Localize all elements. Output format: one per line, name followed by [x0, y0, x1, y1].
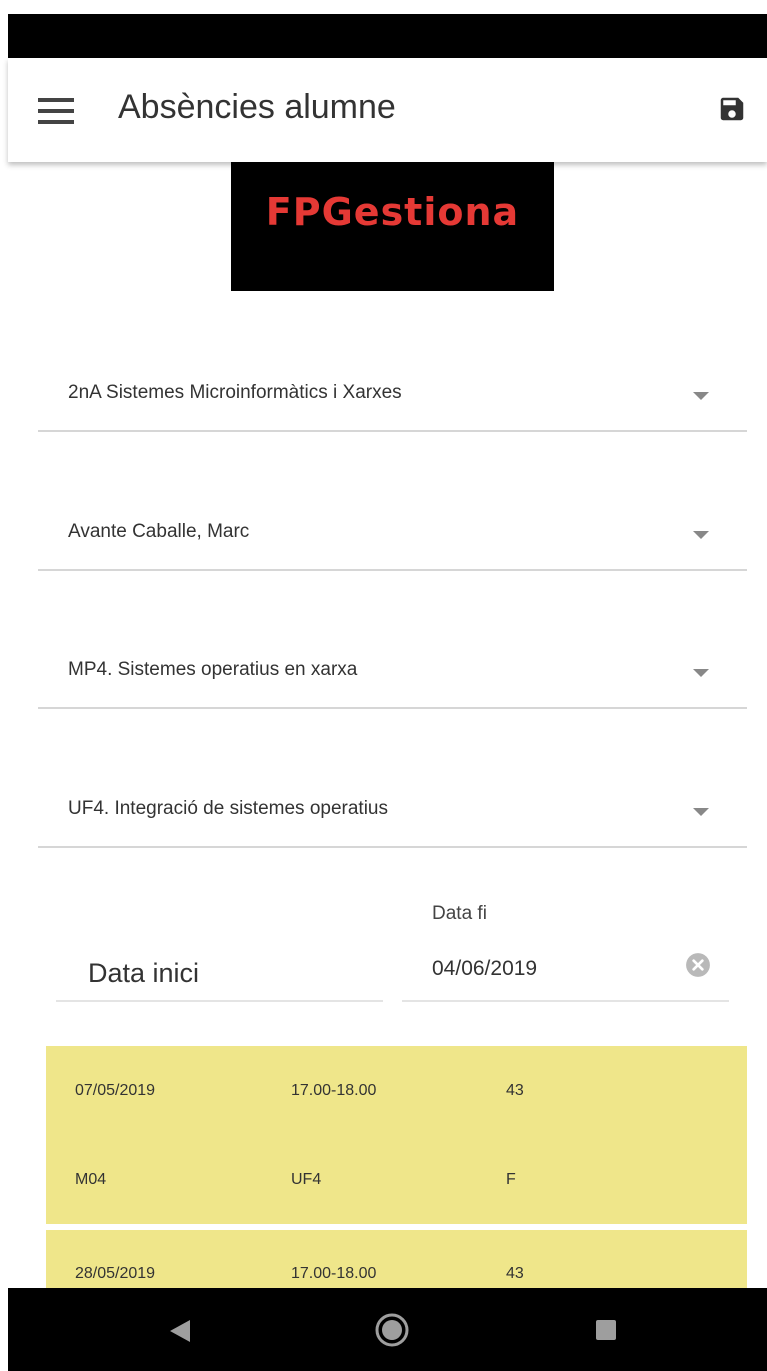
chevron-down-icon: [693, 531, 709, 539]
unit-select[interactable]: UF4. Integració de sistemes operatius: [38, 786, 747, 848]
record-time: 17.00-18.00: [291, 1082, 377, 1099]
recents-icon[interactable]: [594, 1318, 618, 1342]
status-bar: [8, 14, 767, 58]
absence-record[interactable]: 07/05/2019 17.00-18.00 43 M04 UF4 F: [46, 1046, 747, 1224]
record-time: 17.00-18.00: [291, 1265, 377, 1282]
menu-icon[interactable]: [38, 98, 74, 124]
clear-icon[interactable]: [685, 952, 711, 978]
record-date: 07/05/2019: [75, 1082, 156, 1099]
record-number: 43: [506, 1265, 524, 1282]
logo-text: FPGestiona: [265, 189, 520, 234]
end-date-value: 04/06/2019: [432, 957, 538, 980]
unit-select-value: UF4. Integració de sistemes operatius: [68, 798, 388, 819]
back-icon[interactable]: [168, 1318, 192, 1344]
record-type: F: [506, 1171, 516, 1188]
chevron-down-icon: [693, 669, 709, 677]
save-icon[interactable]: [717, 94, 747, 124]
navigation-bar: [8, 1288, 767, 1371]
end-date-input[interactable]: 04/06/2019: [402, 952, 729, 1002]
record-date: 28/05/2019: [75, 1265, 156, 1282]
start-date-placeholder: Data inici: [88, 958, 200, 988]
record-number: 43: [506, 1082, 524, 1099]
group-select-value: 2nA Sistemes Microinformàtics i Xarxes: [68, 382, 402, 403]
record-module: M04: [75, 1171, 107, 1188]
chevron-down-icon: [693, 808, 709, 816]
app-bar: Absències alumne: [8, 58, 767, 162]
logo: FPGestiona: [231, 162, 554, 291]
student-select[interactable]: Avante Caballe, Marc: [38, 509, 747, 571]
chevron-down-icon: [693, 392, 709, 400]
home-icon[interactable]: [374, 1312, 410, 1348]
record-unit: UF4: [291, 1171, 322, 1188]
start-date-input[interactable]: Data inici: [56, 952, 383, 1002]
page-title: Absències alumne: [118, 88, 396, 126]
student-select-value: Avante Caballe, Marc: [68, 521, 250, 542]
module-select[interactable]: MP4. Sistemes operatius en xarxa: [38, 647, 747, 709]
module-select-value: MP4. Sistemes operatius en xarxa: [68, 659, 358, 680]
group-select[interactable]: 2nA Sistemes Microinformàtics i Xarxes: [38, 370, 747, 432]
end-date-label: Data fi: [432, 903, 487, 924]
